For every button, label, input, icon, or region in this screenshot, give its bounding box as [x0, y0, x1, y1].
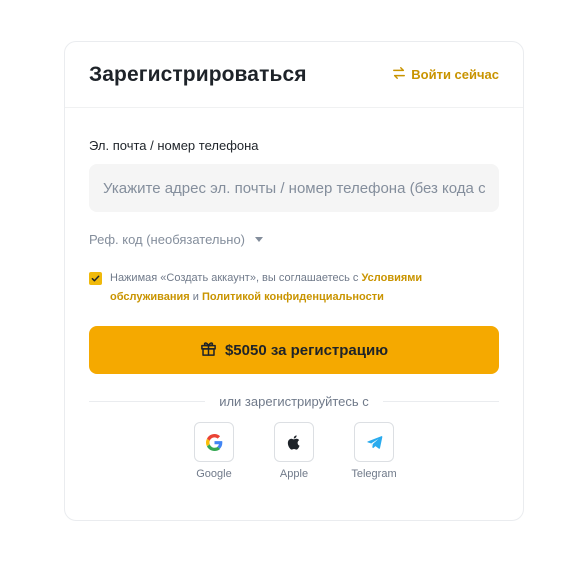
page-title: Зарегистрироваться [89, 62, 307, 86]
divider-line-left [89, 401, 206, 402]
apple-button[interactable] [274, 422, 314, 462]
telegram-icon [366, 435, 382, 449]
terms-agreement: Нажимая «Создать аккаунт», вы соглашаете… [89, 269, 499, 307]
google-icon [205, 433, 222, 451]
referral-label: Реф. код (необязательно) [89, 232, 245, 247]
caret-down-icon [255, 237, 263, 242]
telegram-signup[interactable]: Telegram [334, 422, 414, 480]
apple-signup[interactable]: Apple [254, 422, 334, 480]
terms-checkbox[interactable] [89, 272, 102, 285]
referral-code-toggle[interactable]: Реф. код (необязательно) [89, 232, 263, 247]
google-signup[interactable]: Google [174, 422, 254, 480]
apple-label: Apple [279, 468, 309, 480]
telegram-label: Telegram [351, 468, 397, 480]
privacy-policy-link[interactable]: Политикой конфиденциальности [202, 291, 384, 303]
social-divider: или зарегистрируйтесь с [89, 394, 499, 409]
telegram-button[interactable] [354, 422, 394, 462]
email-phone-input[interactable] [89, 164, 499, 212]
login-link-label: Войти сейчас [411, 67, 499, 82]
card-header: Зарегистрироваться Войти сейчас [65, 42, 523, 108]
register-button-label: $5050 за регистрацию [224, 341, 389, 359]
signup-card: Зарегистрироваться Войти сейчас Эл. почт… [64, 41, 524, 521]
social-providers: Google Apple Telegram [89, 422, 499, 480]
gift-icon [200, 340, 217, 361]
register-button[interactable]: $5050 за регистрацию [89, 326, 499, 374]
checkmark-icon [91, 275, 100, 282]
terms-and: и [189, 291, 202, 303]
terms-text: Нажимая «Создать аккаунт», вы соглашаете… [110, 269, 499, 307]
google-label: Google [196, 468, 232, 480]
google-button[interactable] [194, 422, 234, 462]
email-label: Эл. почта / номер телефона [89, 138, 259, 153]
divider-text: или зарегистрируйтесь с [219, 394, 369, 409]
terms-prefix: Нажимая «Создать аккаунт», вы соглашаете… [110, 272, 362, 284]
apple-icon [287, 434, 300, 450]
divider-line-right [382, 401, 499, 402]
signup-form: Эл. почта / номер телефона Реф. код (нео… [65, 138, 523, 480]
swap-arrows-icon [392, 66, 406, 83]
login-link[interactable]: Войти сейчас [392, 66, 499, 83]
